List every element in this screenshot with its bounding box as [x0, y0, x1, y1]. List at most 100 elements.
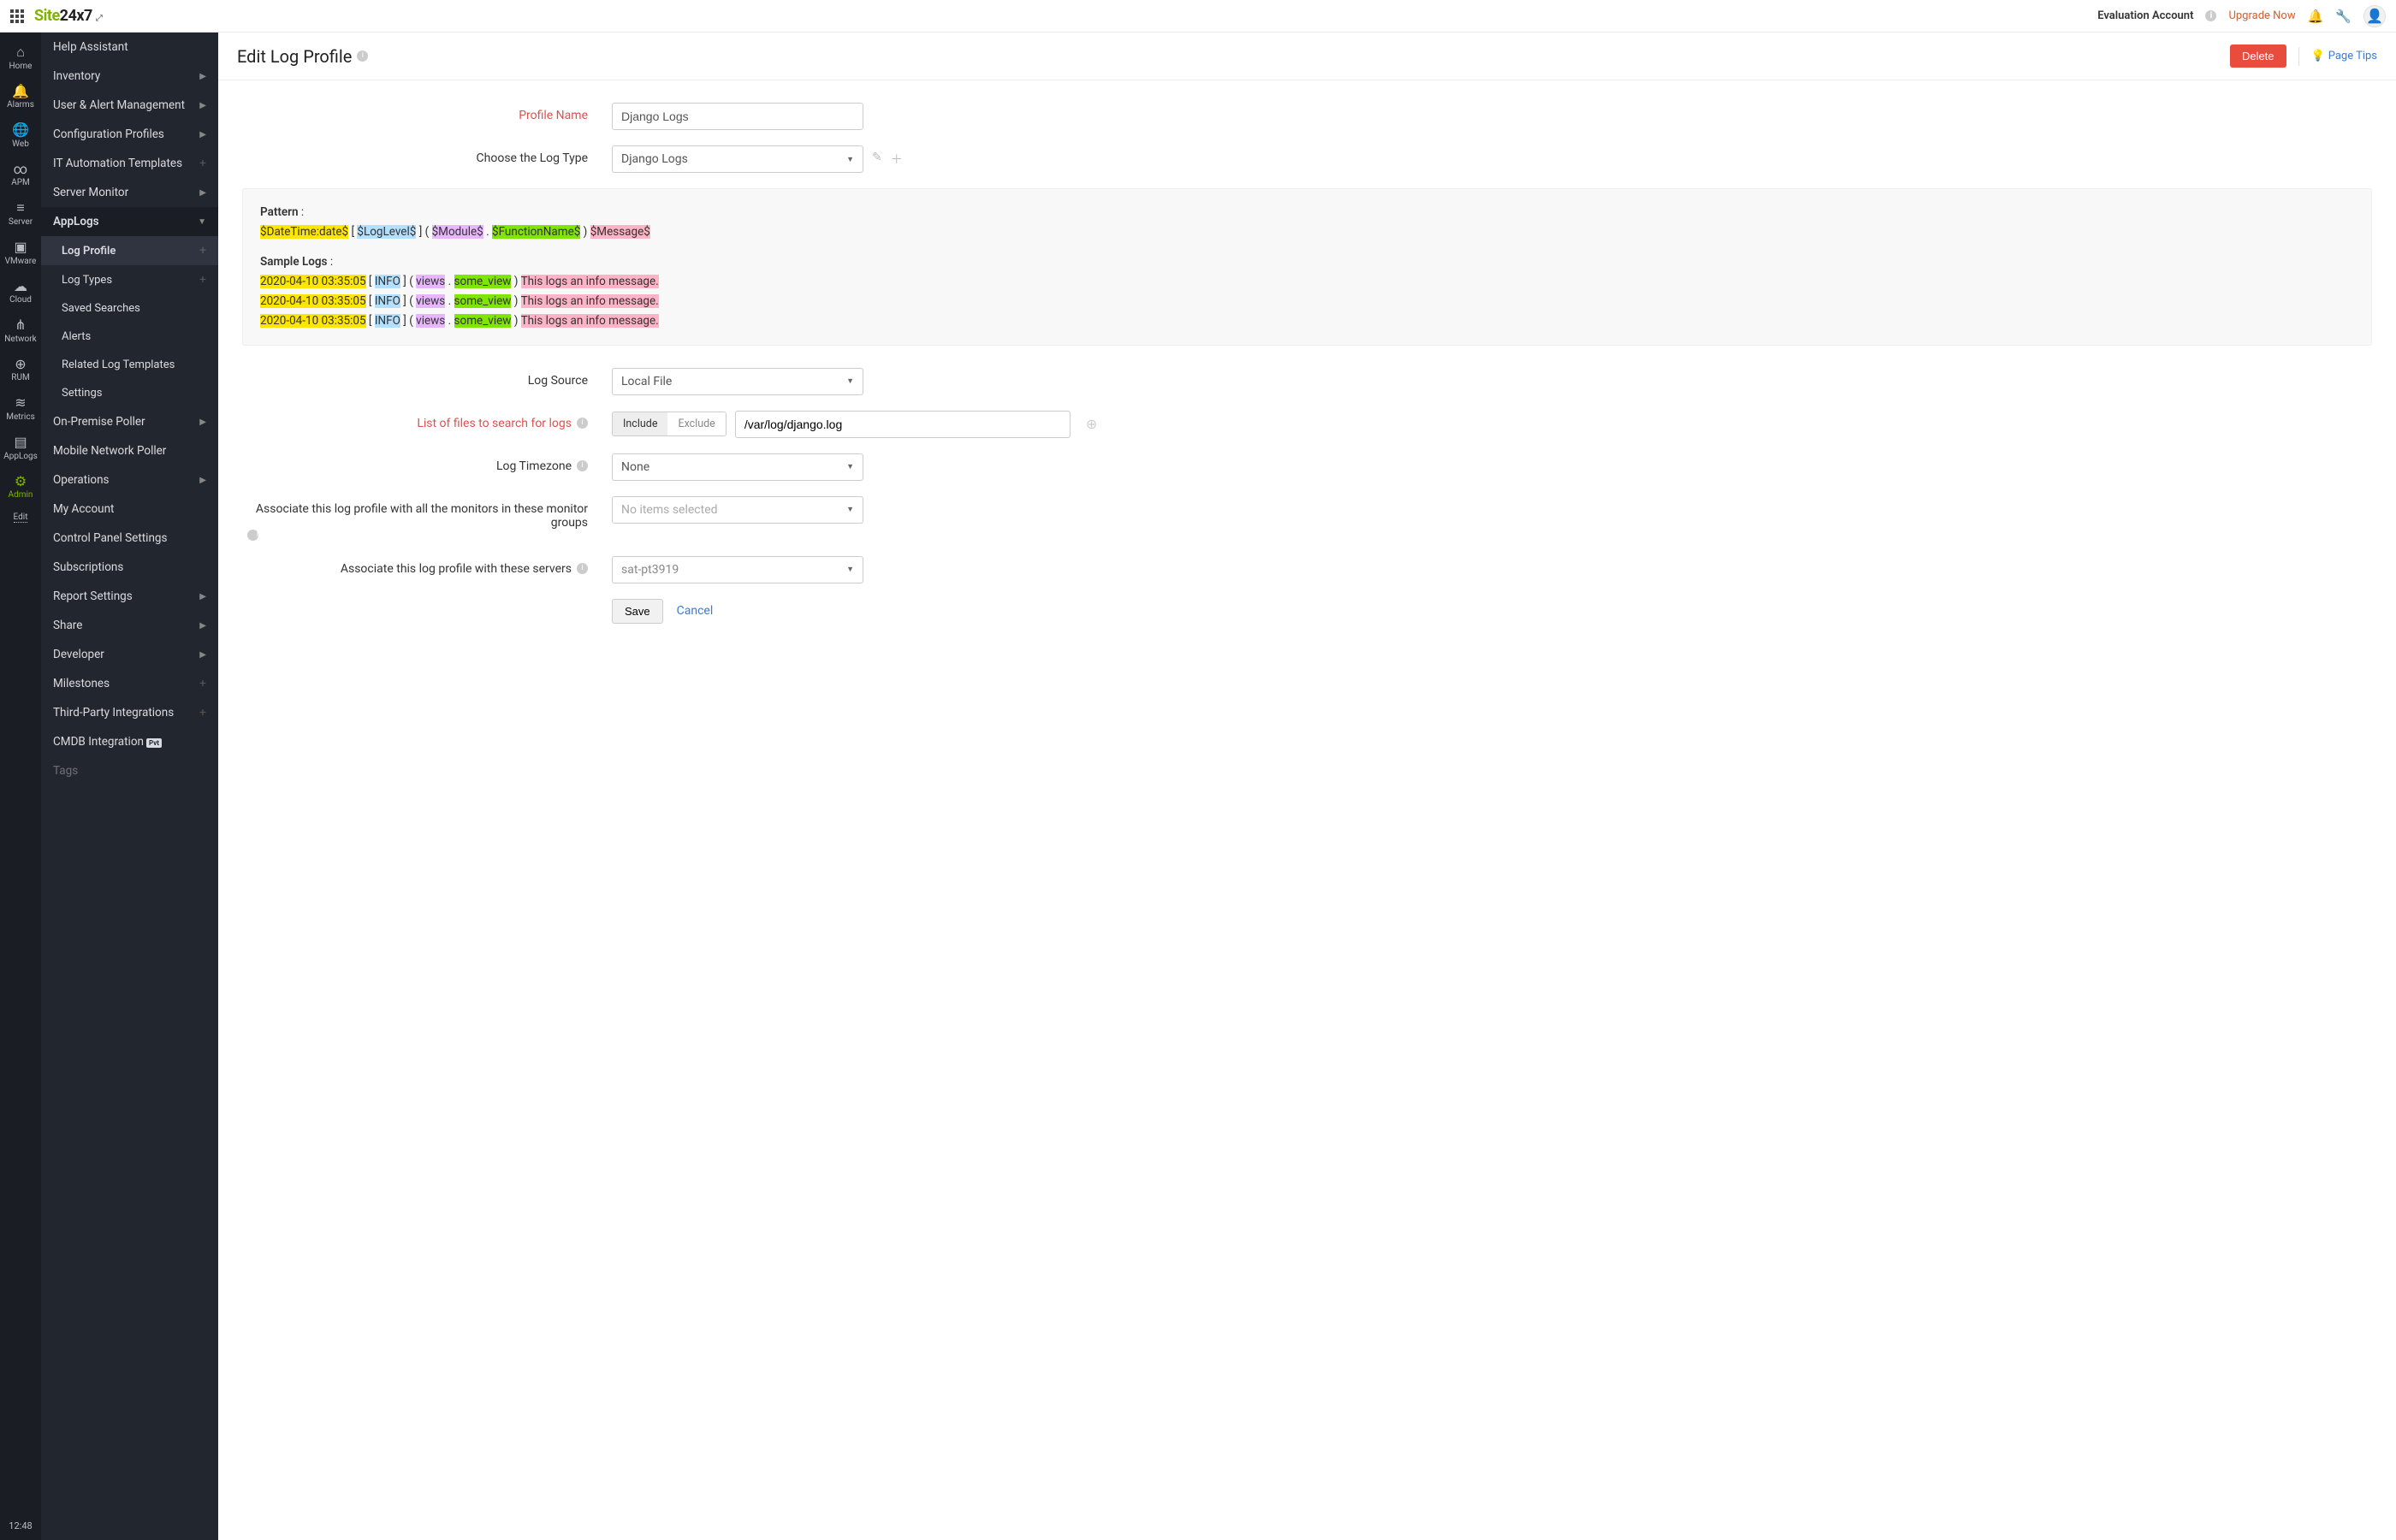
add-icon[interactable]: ＋ — [891, 151, 903, 168]
upgrade-link[interactable]: Upgrade Now — [2228, 9, 2295, 22]
rail-network[interactable]: ⋔Network — [3, 311, 38, 350]
sidebar-item-operations[interactable]: Operations▶ — [41, 465, 218, 495]
sidebar-item-configuration-profiles[interactable]: Configuration Profiles▶ — [41, 120, 218, 149]
include-exclude-toggle[interactable]: Include Exclude — [612, 412, 727, 436]
info-icon[interactable]: i — [577, 418, 588, 429]
files-label: List of files to search for logsi — [242, 411, 612, 430]
add-icon[interactable]: + — [199, 157, 206, 170]
rail-server[interactable]: ≡Server — [3, 193, 38, 233]
rail-vmware[interactable]: ▣VMware — [3, 233, 38, 272]
sidebar-item-related-log-templates[interactable]: Related Log Templates — [41, 351, 218, 379]
pattern-preview: Pattern : $DateTime:date$ [ $LogLevel$ ]… — [242, 188, 2372, 346]
sample-log-row: 2020-04-10 03:35:05 [ INFO ] ( views . s… — [260, 292, 2354, 311]
timezone-select[interactable]: None▼ — [612, 453, 863, 481]
sidebar-item-my-account[interactable]: My Account — [41, 495, 218, 524]
rail-admin[interactable]: ⚙Admin — [3, 467, 38, 506]
page-title: Edit Log Profile — [237, 46, 352, 67]
sidebar-item-log-types[interactable]: Log Types+ — [41, 265, 218, 294]
rail-applogs[interactable]: ▤AppLogs — [3, 428, 38, 467]
sidebar-item-share[interactable]: Share▶ — [41, 611, 218, 640]
sidebar-item-alerts[interactable]: Alerts — [41, 323, 218, 351]
sidebar-item-report-settings[interactable]: Report Settings▶ — [41, 582, 218, 611]
web-icon: 🌐 — [12, 122, 29, 138]
include-button[interactable]: Include — [613, 412, 667, 435]
server-icon: ≡ — [16, 200, 24, 216]
log-source-select[interactable]: Local File▼ — [612, 368, 863, 395]
sidebar-item-third-party-integrations[interactable]: Third-Party Integrations+ — [41, 698, 218, 727]
edit-icon[interactable]: ✎ — [872, 151, 882, 168]
cancel-link[interactable]: Cancel — [677, 604, 714, 618]
cloud-icon: ☁ — [14, 279, 27, 294]
chevron-down-icon: ▼ — [198, 217, 206, 227]
save-button[interactable]: Save — [612, 599, 663, 624]
rail-cloud[interactable]: ☁Cloud — [3, 272, 38, 311]
page-tips-link[interactable]: 💡Page Tips — [2311, 50, 2377, 62]
network-icon: ⋔ — [15, 317, 26, 333]
add-icon[interactable]: + — [199, 677, 206, 690]
rail-rum[interactable]: ⊕RUM — [3, 350, 38, 389]
tools-icon[interactable]: 🔧 — [2335, 9, 2352, 24]
home-icon: ⌂ — [16, 44, 25, 60]
timezone-label: Log Timezonei — [242, 453, 612, 473]
add-icon[interactable]: + — [199, 244, 206, 258]
admin-icon: ⚙ — [15, 474, 27, 489]
info-icon[interactable]: i — [357, 50, 368, 62]
monitor-groups-select[interactable]: No items selected▼ — [612, 496, 863, 524]
sidebar-item-mobile-network-poller[interactable]: Mobile Network Poller — [41, 436, 218, 465]
chevron-right-icon: ▶ — [199, 418, 206, 427]
chevron-right-icon: ▶ — [199, 101, 206, 110]
chevron-right-icon: ▶ — [199, 476, 206, 485]
sidebar-item-it-automation-templates[interactable]: IT Automation Templates+ — [41, 149, 218, 178]
sidebar-item-saved-searches[interactable]: Saved Searches — [41, 294, 218, 323]
avatar[interactable]: 👤 — [2363, 5, 2386, 27]
sidebar-item-settings[interactable]: Settings — [41, 379, 218, 407]
notifications-icon[interactable]: 🔔 — [2308, 9, 2324, 24]
sidebar-item-cmdb-integration[interactable]: CMDB IntegrationPvt — [41, 727, 218, 756]
info-icon[interactable]: i — [577, 563, 588, 574]
exclude-button[interactable]: Exclude — [667, 412, 725, 435]
rail-metrics[interactable]: ≋Metrics — [3, 388, 38, 428]
sidebar-item-inventory[interactable]: Inventory▶ — [41, 62, 218, 91]
account-label: Evaluation Account — [2097, 9, 2193, 22]
servers-select[interactable]: sat-pt3919▼ — [612, 556, 863, 583]
rail-home[interactable]: ⌂Home — [3, 38, 38, 77]
sidebar-item-subscriptions[interactable]: Subscriptions — [41, 553, 218, 582]
delete-button[interactable]: Delete — [2230, 44, 2286, 68]
info-icon[interactable]: i — [247, 530, 258, 541]
metrics-icon: ≋ — [15, 395, 26, 411]
sidebar-item-applogs[interactable]: AppLogs▼ — [41, 207, 218, 236]
logo[interactable]: Site24x7⤢ — [34, 7, 101, 25]
alarms-icon: 🔔 — [12, 84, 29, 99]
apm-icon: ∞ — [14, 162, 27, 177]
chevron-right-icon: ▶ — [199, 188, 206, 198]
add-icon[interactable]: + — [199, 706, 206, 720]
apps-grid-icon[interactable] — [10, 9, 24, 23]
rail-web[interactable]: 🌐Web — [3, 116, 38, 155]
sidebar-item-log-profile[interactable]: Log Profile+ — [41, 236, 218, 265]
sidebar-item-control-panel-settings[interactable]: Control Panel Settings — [41, 524, 218, 553]
info-icon[interactable]: i — [2205, 10, 2216, 21]
sidebar-item-user-alert-management[interactable]: User & Alert Management▶ — [41, 91, 218, 120]
sample-log-row: 2020-04-10 03:35:05 [ INFO ] ( views . s… — [260, 311, 2354, 331]
info-icon[interactable]: i — [577, 460, 588, 471]
add-file-icon[interactable]: ⊕ — [1086, 416, 1097, 432]
rail-edit[interactable]: Edit — [3, 506, 38, 529]
vmware-icon: ▣ — [14, 240, 27, 255]
sidebar-item-milestones[interactable]: Milestones+ — [41, 669, 218, 698]
sidebar-item-on-premise-poller[interactable]: On-Premise Poller▶ — [41, 407, 218, 436]
add-icon[interactable]: + — [199, 273, 206, 287]
profile-name-input[interactable] — [612, 103, 863, 130]
sidebar-item-tags[interactable]: Tags — [41, 756, 218, 785]
chevron-right-icon: ▶ — [199, 130, 206, 139]
sidebar-item-server-monitor[interactable]: Server Monitor▶ — [41, 178, 218, 207]
bulb-icon: 💡 — [2311, 50, 2325, 62]
rail-apm[interactable]: ∞APM — [3, 155, 38, 194]
sidebar-item-help-assistant[interactable]: Help Assistant — [41, 33, 218, 62]
profile-name-label: Profile Name — [242, 103, 612, 122]
log-type-select[interactable]: Django Logs▼ — [612, 145, 863, 173]
rail-alarms[interactable]: 🔔Alarms — [3, 77, 38, 116]
servers-label: Associate this log profile with these se… — [242, 556, 612, 576]
sidebar-item-developer[interactable]: Developer▶ — [41, 640, 218, 669]
file-path-input[interactable] — [735, 411, 1070, 438]
applogs-icon: ▤ — [14, 435, 27, 450]
